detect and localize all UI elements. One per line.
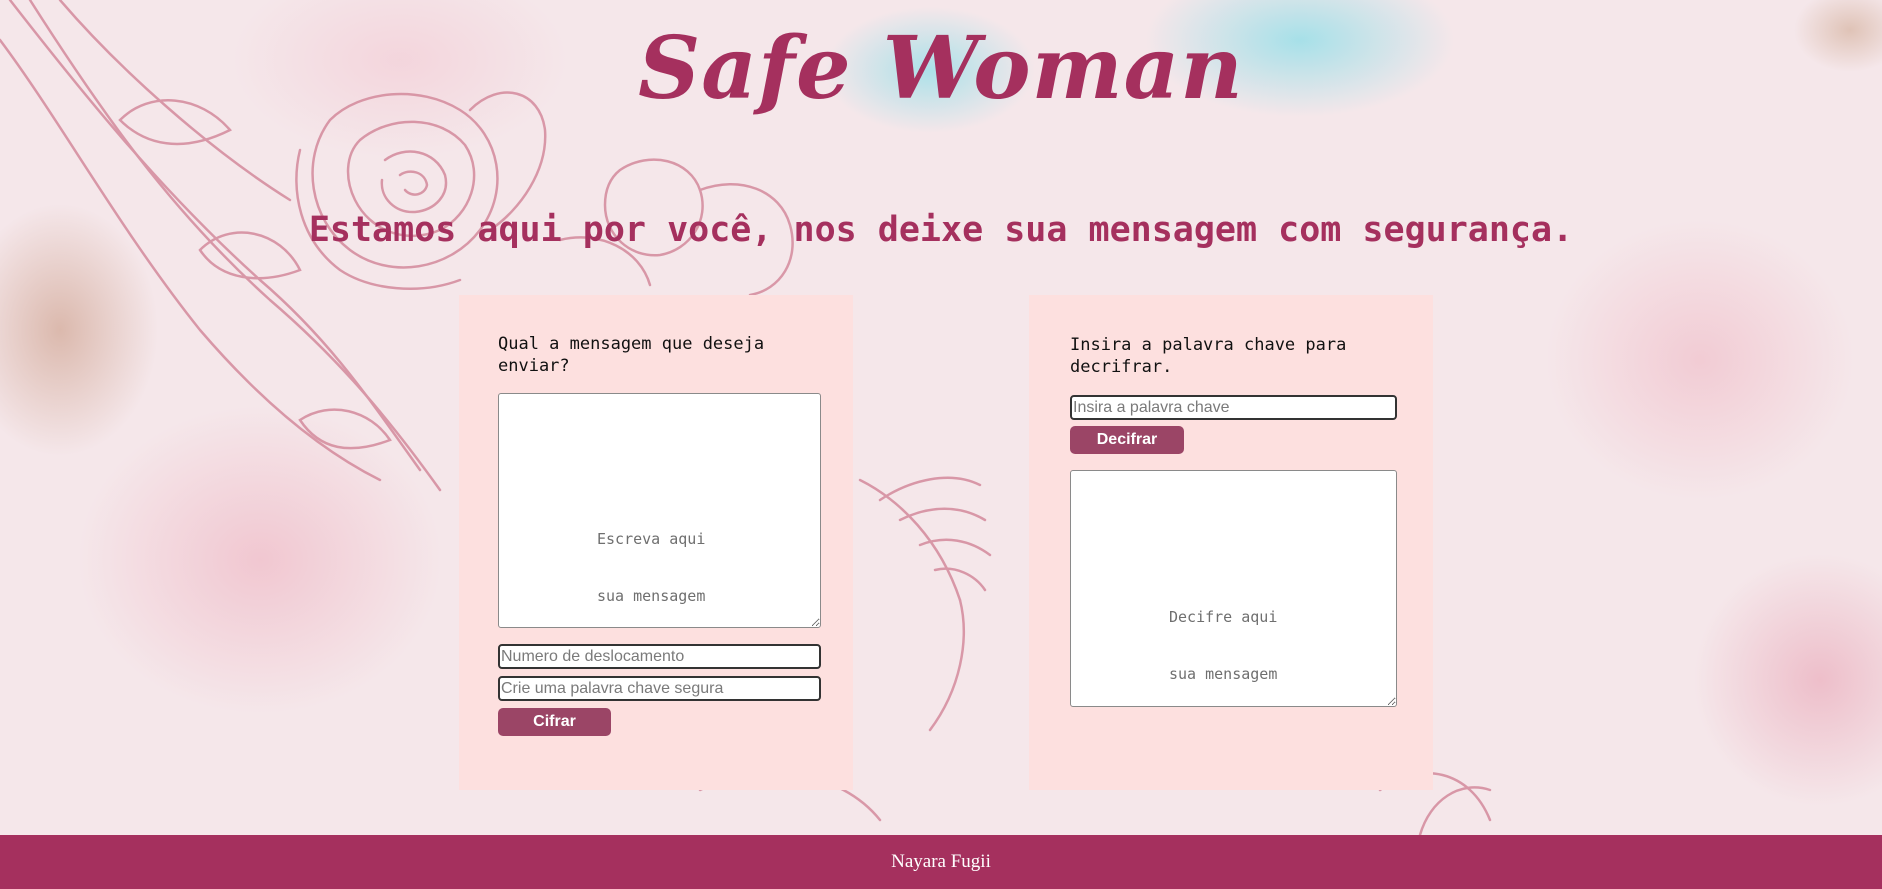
message-textarea[interactable]	[498, 393, 821, 628]
floral-background-art	[0, 0, 1492, 835]
decrypt-prompt-line-1: Insira a palavra chave para	[1070, 335, 1347, 355]
decrypt-keyword-input[interactable]	[1070, 395, 1397, 420]
decrypt-card: Insira a palavra chave para decrifrar. D…	[1029, 295, 1433, 790]
encrypt-keyword-input[interactable]	[498, 676, 821, 701]
encrypt-prompt: Qual a mensagem que deseja enviar?	[498, 333, 764, 377]
encrypt-card: Qual a mensagem que deseja enviar? Escre…	[459, 295, 853, 790]
encrypt-prompt-line-1: Qual a mensagem que deseja	[498, 334, 765, 354]
footer: Nayara Fugii	[0, 835, 1882, 889]
tagline: Estamos aqui por você, nos deixe sua men…	[308, 210, 1574, 250]
decrypted-message-textarea[interactable]	[1070, 470, 1397, 707]
shift-number-input[interactable]	[498, 644, 821, 669]
encrypt-prompt-line-2: enviar?	[498, 356, 570, 376]
encrypt-button[interactable]: Cifrar	[498, 708, 611, 736]
decrypt-button[interactable]: Decifrar	[1070, 426, 1184, 454]
decrypt-prompt-line-2: decrifrar.	[1070, 357, 1173, 377]
site-title: Safe Woman	[638, 18, 1244, 119]
footer-author: Nayara Fugii	[891, 851, 991, 872]
decrypt-prompt: Insira a palavra chave para decrifrar.	[1070, 334, 1346, 378]
